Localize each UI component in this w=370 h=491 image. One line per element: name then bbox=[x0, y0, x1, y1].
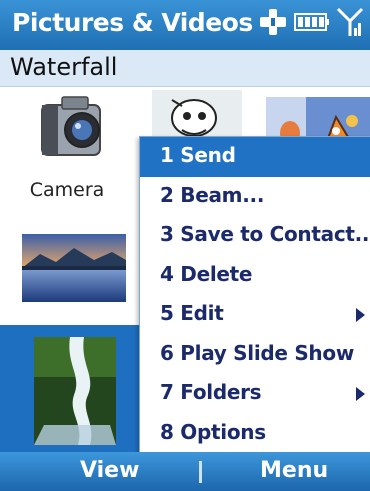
folder-name[interactable]: Waterfall bbox=[10, 53, 117, 81]
menu-item-label: 8 Options bbox=[160, 420, 266, 444]
menu-item-label: 2 Beam... bbox=[160, 183, 265, 207]
softkey-left-view[interactable]: View bbox=[80, 458, 139, 483]
thumbnail-camera[interactable]: Camera bbox=[0, 87, 134, 212]
menu-item-options[interactable]: 8 Options bbox=[140, 414, 370, 454]
status-icons bbox=[258, 6, 364, 42]
mountain-lake-image bbox=[22, 234, 126, 302]
menu-item-save-to-contact[interactable]: 3 Save to Contact... bbox=[140, 216, 370, 256]
softkey-bar: View Menu bbox=[0, 452, 370, 491]
submenu-arrow-icon bbox=[356, 387, 365, 401]
waterfall-image bbox=[34, 337, 116, 445]
battery-icon[interactable] bbox=[294, 10, 330, 38]
menu-item-label: 7 Folders bbox=[160, 380, 262, 404]
menu-item-edit[interactable]: 5 Edit bbox=[140, 295, 370, 335]
folder-bar[interactable]: Waterfall bbox=[0, 50, 370, 87]
thumbnail-waterfall[interactable] bbox=[0, 325, 139, 452]
submenu-arrow-icon bbox=[356, 308, 365, 322]
signal-icon[interactable] bbox=[336, 6, 364, 42]
softkey-divider bbox=[199, 461, 202, 483]
softkey-right-menu[interactable]: Menu bbox=[260, 458, 328, 483]
thumbnail-mountain-lake[interactable] bbox=[22, 234, 126, 302]
camera-icon bbox=[41, 96, 101, 156]
context-menu: 1 Send 2 Beam... 3 Save to Contact... 4 … bbox=[139, 136, 370, 453]
connectivity-icon[interactable] bbox=[258, 7, 288, 41]
title-bar: Pictures & Videos bbox=[0, 0, 370, 50]
menu-item-play-slide-show[interactable]: 6 Play Slide Show bbox=[140, 335, 370, 375]
menu-item-label: 6 Play Slide Show bbox=[160, 341, 354, 365]
menu-item-label: 5 Edit bbox=[160, 301, 224, 325]
menu-item-label: 3 Save to Contact... bbox=[160, 222, 370, 246]
menu-item-folders[interactable]: 7 Folders bbox=[140, 374, 370, 414]
menu-item-delete[interactable]: 4 Delete bbox=[140, 256, 370, 296]
camera-label: Camera bbox=[29, 179, 105, 201]
menu-item-send[interactable]: 1 Send bbox=[140, 137, 370, 177]
menu-item-label: 4 Delete bbox=[160, 262, 253, 286]
app-title: Pictures & Videos bbox=[12, 8, 253, 37]
menu-item-beam[interactable]: 2 Beam... bbox=[140, 177, 370, 217]
menu-item-label: 1 Send bbox=[160, 143, 236, 167]
